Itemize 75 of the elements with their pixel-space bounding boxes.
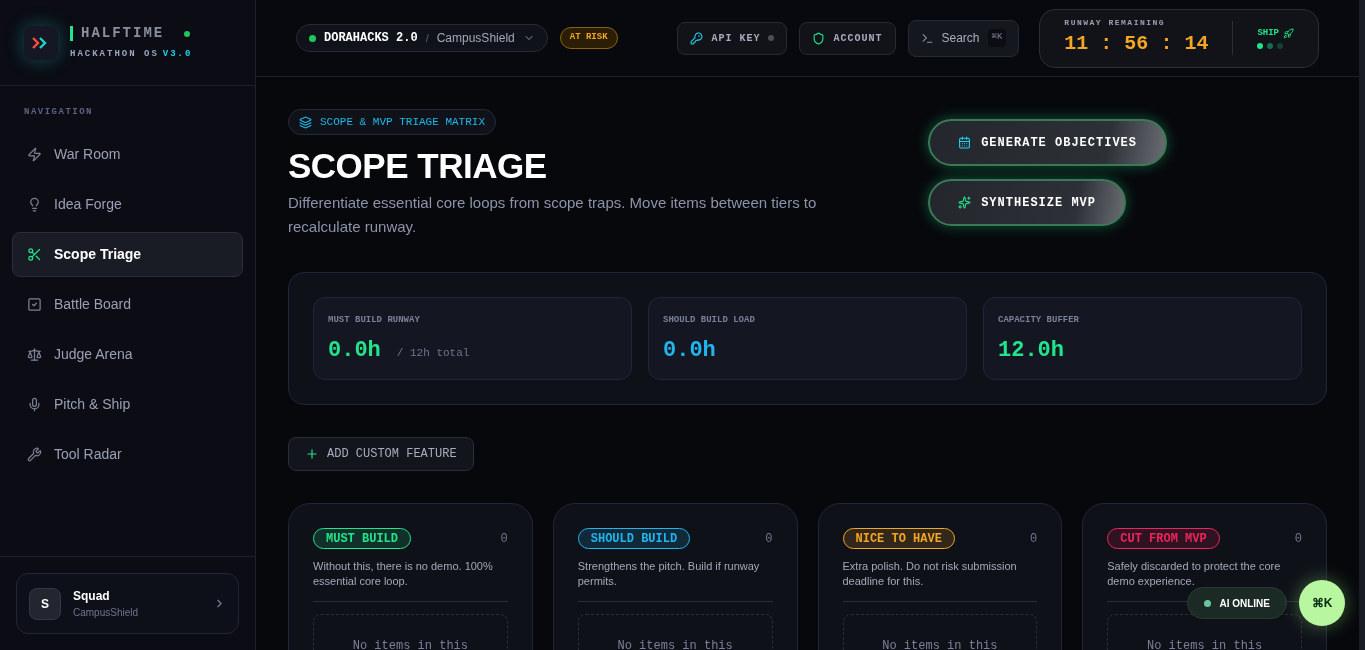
- lightbulb-icon: [27, 196, 42, 212]
- action-button[interactable]: GENERATE OBJECTIVES: [928, 119, 1167, 166]
- runway-timer: 11 : 56 : 14: [1064, 31, 1209, 57]
- stat-note: / 12h total: [396, 345, 470, 361]
- tier-count: 0: [1030, 530, 1038, 548]
- page-title: SCOPE TRIAGE: [288, 145, 547, 187]
- empty-message: No items in this: [1147, 638, 1263, 650]
- shortcut-key: ⌘K: [987, 29, 1007, 47]
- tier-description: Extra polish. Do not risk submission deadline for this.: [842, 559, 1018, 589]
- stat-value: 0.0h: [328, 336, 381, 365]
- project-name: CampusShield: [436, 30, 515, 47]
- terminal-icon: [920, 31, 934, 45]
- section-tag: SCOPE & MVP TRIAGE MATRIX: [288, 109, 497, 135]
- tier-description: Safely discarded to protect the core demo experience.: [1107, 559, 1282, 589]
- empty-message: No items in this: [352, 638, 468, 650]
- project-selector[interactable]: DORAHACKS 2.0 / CampusShield: [296, 24, 548, 52]
- tier-description: Strengthens the pitch. Build if runway permits.: [577, 559, 761, 589]
- page-description: Differentiate essential core loops from scope traps. Move items between tiers to recalculate runway.: [288, 193, 818, 237]
- nav-item[interactable]: Battle Board: [12, 281, 243, 327]
- team-project: CampusShield: [73, 606, 139, 620]
- rocket-icon: [1283, 28, 1294, 39]
- team-card[interactable]: S Squad CampusShield: [16, 573, 239, 634]
- checkbox-icon: [27, 296, 42, 312]
- nav-heading: NAVIGATION: [23, 106, 94, 119]
- tier-description: Without this, there is no demo. 100% essential core loop.: [313, 559, 494, 589]
- empty-message: No items in this: [617, 638, 733, 650]
- tier-badge: CUT FROM MVP: [1107, 528, 1220, 549]
- search-button[interactable]: Search ⌘K: [907, 19, 1020, 57]
- tier-count: 0: [765, 530, 773, 548]
- sparkles-icon: [958, 196, 972, 209]
- tier-badge: MUST BUILD: [313, 528, 411, 549]
- tier-badge: SHOULD BUILD: [577, 528, 691, 549]
- tier-count: 0: [1294, 530, 1302, 548]
- shield-icon: [812, 31, 826, 45]
- key-icon: [690, 31, 704, 45]
- add-feature-button[interactable]: ADD CUSTOM FEATURE: [288, 437, 474, 471]
- account-button[interactable]: ACCOUNT: [799, 21, 896, 55]
- ship-label: SHIP: [1257, 26, 1279, 40]
- microphone-icon: [27, 396, 42, 412]
- plus-icon: [305, 447, 319, 461]
- tier-badge: NICE TO HAVE: [842, 528, 955, 549]
- stat-label: SHOULD BUILD LOAD: [663, 314, 756, 327]
- scale-icon: [27, 346, 42, 362]
- nav-item[interactable]: Idea Forge: [12, 181, 243, 227]
- runway-label: RUNWAY REMAINING: [1064, 17, 1167, 29]
- brand-name: HALFTIME: [81, 24, 165, 44]
- api-key-button[interactable]: API KEY: [677, 21, 788, 55]
- separator: /: [425, 30, 429, 46]
- stat-label: CAPACITY BUFFER: [998, 314, 1080, 327]
- nav-item[interactable]: Tool Radar: [12, 431, 243, 477]
- accent-bar: [70, 26, 73, 42]
- empty-message: No items in this: [882, 638, 998, 650]
- tier-count: 0: [500, 530, 508, 548]
- stat-label: MUST BUILD RUNWAY: [328, 314, 421, 327]
- stat-value: 12.0h: [998, 336, 1064, 365]
- progress-dots-icon: [1257, 43, 1284, 50]
- wrench-icon: [27, 446, 42, 462]
- version-label: V3.0: [162, 48, 193, 62]
- team-name: Squad: [73, 588, 110, 605]
- team-avatar: S: [29, 587, 61, 620]
- event-name: DORAHACKS 2.0: [324, 30, 418, 47]
- status-badge: AT RISK: [559, 27, 618, 49]
- ai-status-pill: AI ONLINE: [1187, 587, 1287, 619]
- nav-item[interactable]: Judge Arena: [12, 331, 243, 377]
- nav-item[interactable]: War Room: [12, 131, 243, 177]
- nav-item[interactable]: Scope Triage: [12, 231, 243, 277]
- brand-subtitle: HACKATHON OS: [70, 48, 159, 62]
- stat-value: 0.0h: [663, 336, 716, 365]
- logo-icon: [24, 25, 58, 60]
- nav-item[interactable]: Pitch & Ship: [12, 381, 243, 427]
- calendar-icon: [958, 136, 972, 149]
- scissors-icon: [27, 246, 42, 262]
- lightning-icon: [27, 146, 42, 162]
- layers-icon: [299, 115, 312, 129]
- action-button[interactable]: SYNTHESIZE MVP: [928, 179, 1126, 226]
